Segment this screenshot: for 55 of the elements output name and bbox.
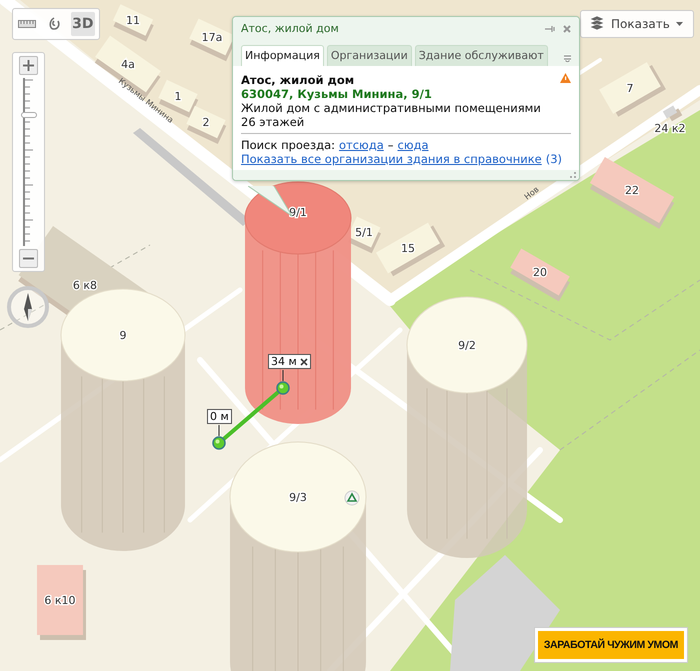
building-number: 24 к2 [654,122,686,135]
resize-grip-icon[interactable] [569,171,577,179]
zoom-slider[interactable] [18,78,38,246]
slider-thumb[interactable] [20,112,36,118]
building-number: 17а [202,31,222,44]
compass-icon[interactable] [6,285,50,329]
distance-label: 34 м [271,355,297,368]
organizations-count: (3) [546,152,562,166]
zoom-in-button[interactable] [19,56,38,75]
mode-toggle-button[interactable]: 3D [70,12,95,36]
close-icon[interactable] [300,358,308,366]
building-number: 7 [626,82,634,95]
building-name: Атос, жилой дом [241,73,354,87]
building-number: 22 [625,184,639,197]
building-number: 6 к8 [72,279,98,292]
building-number: 15 [401,242,415,255]
marker-icon [344,490,360,506]
promo-button[interactable]: ЗАРАБОТАЙ ЧУЖИМ УМОМ [534,628,687,662]
route-label: Поиск проезда: [241,138,335,152]
show-button[interactable]: Показать [580,10,694,38]
popup-tab[interactable]: Здание обслуживают [414,44,548,66]
building-number: 9/1 [289,206,307,219]
organizations-link[interactable]: Показать все организации здания в справочнике [241,152,542,166]
building-block [510,248,570,302]
building-number: 1 [174,90,182,103]
building-number: 20 [533,266,547,279]
zoom-out-button[interactable] [19,249,38,268]
building-block [186,106,226,144]
warning-icon[interactable] [560,73,571,83]
building-number: 5/1 [355,226,373,239]
route-separator: – [388,138,394,152]
building-number: 11 [126,14,140,27]
distance-label: 0 м [210,410,229,423]
popup-tab[interactable]: Информация [241,44,324,66]
caret-icon [676,22,683,26]
building-address: 630047, Кузьмы Минина, 9/1 [241,87,433,101]
street-name: Нов [522,184,541,202]
building-floors: 26 этажей [241,115,306,129]
building-number: 4а [121,58,135,71]
building-number: 2 [202,116,210,129]
plus-icon [23,60,34,71]
measure-point [212,436,226,450]
layers-icon [589,16,605,32]
popup-title: Атос, жилой дом [241,21,339,37]
pin-icon[interactable] [545,25,555,34]
tab-menu-icon[interactable] [564,55,571,62]
measure-point [276,381,290,395]
route-to-link[interactable]: сюда [398,138,429,152]
building-number: 9 [120,329,126,342]
popup-tab[interactable]: Организации [326,44,412,66]
building-description: Жилой дом с административными помещениями [241,101,542,115]
building-number: 9/3 [289,491,307,504]
building-number: 9/2 [458,339,476,352]
building-number: 6 к10 [44,594,76,607]
route-from-link[interactable]: отсюда [339,138,384,152]
